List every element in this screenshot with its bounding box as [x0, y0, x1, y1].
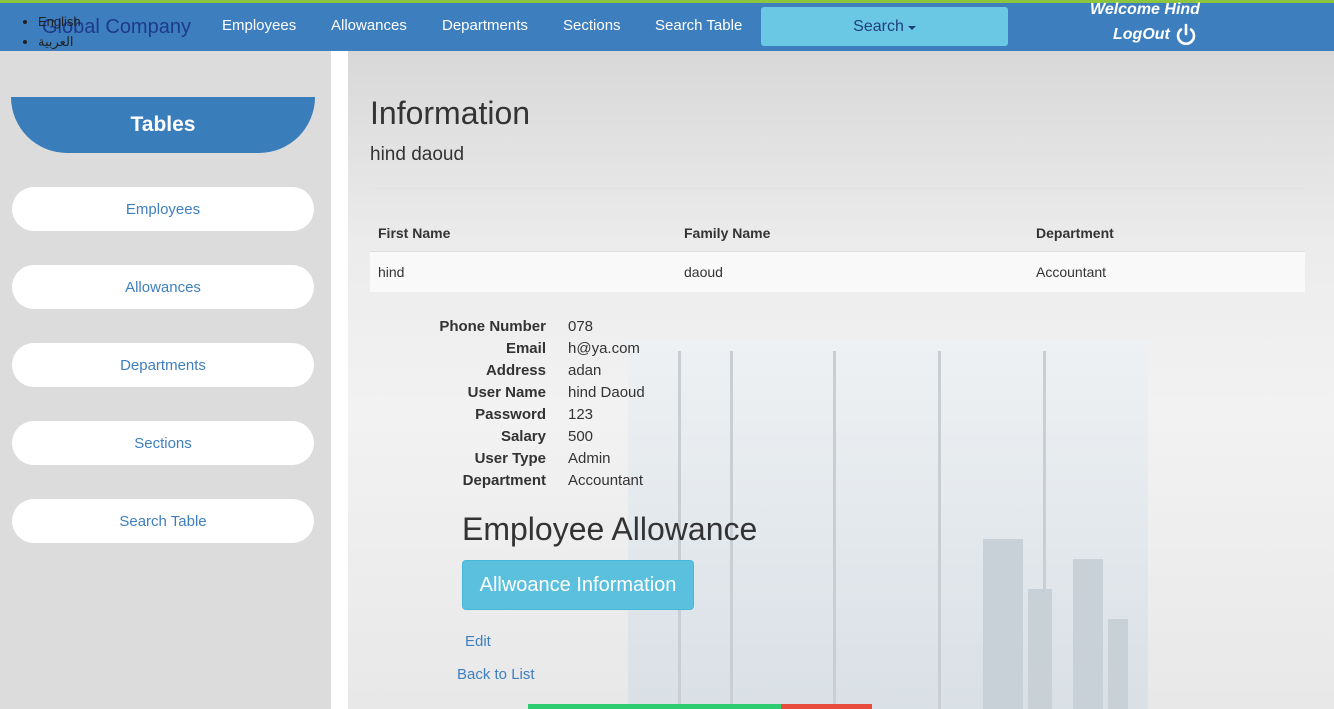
sidebar-item-sections[interactable]: Sections	[12, 421, 314, 465]
detail-user-name: User Name hind Daoud	[408, 382, 645, 404]
sidebar-item-search-table[interactable]: Search Table	[12, 499, 314, 543]
detail-password: Password 123	[408, 404, 645, 426]
window-frame-bar	[833, 351, 836, 709]
welcome-text: Welcome Hind	[1090, 1, 1200, 18]
back-to-list-link[interactable]: Back to List	[457, 666, 535, 683]
city-building	[983, 539, 1023, 709]
power-icon	[1176, 23, 1196, 45]
sidebar: Tables Employees Allowances Departments …	[0, 51, 331, 709]
nav-employees[interactable]: Employees	[222, 17, 296, 34]
divider-gap	[331, 51, 348, 709]
edit-link[interactable]: Edit	[465, 633, 491, 650]
detail-value: 500	[568, 428, 594, 445]
employee-table: First Name Family Name Department hind d…	[370, 211, 1305, 292]
detail-label: Phone Number	[439, 318, 546, 335]
detail-label: User Type	[474, 450, 546, 467]
detail-value: Admin	[568, 450, 611, 467]
detail-value: 123	[568, 406, 594, 423]
detail-phone-number: Phone Number 078	[408, 316, 645, 338]
detail-salary: Salary 500	[408, 426, 645, 448]
detail-email: Email h@ya.com	[408, 338, 645, 360]
detail-label: Address	[485, 362, 546, 379]
column-header-family-name: Family Name	[684, 225, 771, 241]
detail-label: Password	[475, 406, 546, 423]
caret-down-icon	[907, 26, 916, 30]
language-arabic[interactable]: العربية	[38, 32, 81, 52]
detail-user-type: User Type Admin	[408, 448, 645, 470]
nav-search-table[interactable]: Search Table	[655, 17, 742, 34]
language-english[interactable]: English	[38, 12, 81, 32]
employee-details-list: Phone Number 078 Email h@ya.com Address …	[408, 316, 645, 492]
detail-value: adan	[568, 362, 602, 379]
detail-department: Department Accountant	[408, 470, 645, 492]
detail-label: Email	[505, 340, 546, 357]
detail-value: Accountant	[568, 472, 644, 489]
language-list: English العربية	[22, 12, 81, 52]
nav-departments[interactable]: Departments	[442, 17, 528, 34]
employee-name: hind daoud	[370, 144, 465, 165]
logout-link[interactable]: LogOut	[1113, 23, 1198, 47]
detail-label: Salary	[500, 428, 546, 445]
top-navbar: English العربية Global Company Employees…	[0, 1, 1334, 52]
nav-allowances[interactable]: Allowances	[331, 17, 407, 34]
city-building	[1073, 559, 1103, 709]
search-button-label: Search	[853, 17, 904, 35]
cell-first-name: hind	[370, 251, 676, 292]
detail-address: Address adan	[408, 360, 645, 382]
city-building	[1108, 619, 1128, 709]
cell-department: Accountant	[1028, 251, 1305, 292]
sidebar-item-departments[interactable]: Departments	[12, 343, 314, 387]
column-header-department: Department	[1036, 225, 1114, 241]
sidebar-item-allowances[interactable]: Allowances	[12, 265, 314, 309]
main-content: Information hind daoud First Name Family…	[348, 51, 1334, 709]
sidebar-item-employees[interactable]: Employees	[12, 187, 314, 231]
divider	[370, 188, 1305, 189]
city-building	[1028, 589, 1052, 709]
cell-family-name: daoud	[676, 251, 1028, 292]
detail-value: hind Daoud	[568, 384, 645, 401]
bottom-bar-red	[781, 704, 872, 709]
detail-label: Department	[462, 472, 546, 489]
logout-label: LogOut	[1113, 26, 1170, 43]
detail-label: User Name	[467, 384, 546, 401]
table-row: hind daoud Accountant	[370, 251, 1305, 292]
detail-value: h@ya.com	[568, 340, 640, 357]
search-dropdown-button[interactable]: Search	[761, 7, 1008, 46]
allowance-heading: Employee Allowance	[462, 511, 758, 547]
window-frame-bar	[938, 351, 941, 709]
table-header-row: First Name Family Name Department	[370, 211, 1305, 252]
allowance-information-button[interactable]: Allwoance Information	[462, 560, 694, 610]
nav-sections[interactable]: Sections	[563, 17, 621, 34]
sidebar-heading: Tables	[11, 97, 315, 153]
bottom-bar-green	[528, 704, 781, 709]
page-title: Information	[370, 95, 531, 131]
column-header-first-name: First Name	[378, 225, 451, 241]
detail-value: 078	[568, 318, 594, 335]
